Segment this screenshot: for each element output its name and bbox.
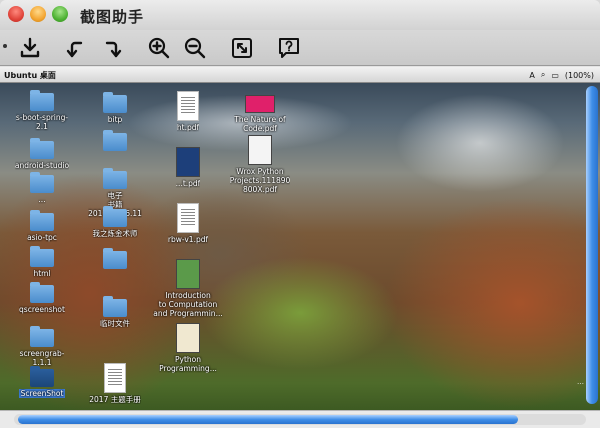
corner-text: … bbox=[577, 378, 584, 386]
desktop-icon-label: The Nature of Code.pdf bbox=[234, 115, 286, 133]
desktop-icon-label: qscreenshot bbox=[19, 305, 65, 314]
redo-button[interactable] bbox=[100, 35, 126, 61]
book-cover-icon bbox=[245, 95, 275, 113]
desktop-icon-label: 我之炼金术师 bbox=[92, 229, 138, 238]
help-icon bbox=[279, 38, 299, 58]
desktop-icon[interactable]: asio-tpc bbox=[2, 210, 82, 242]
title-bar: 截图助手 bbox=[0, 0, 600, 30]
horizontal-scrollbar[interactable] bbox=[0, 410, 600, 428]
desktop-icon-label: 2017 主题手册 bbox=[89, 395, 141, 404]
desktop-icon-label: screengrab- 1.1.1 bbox=[19, 349, 65, 367]
pdf-file-icon bbox=[104, 363, 126, 393]
desktop-icon[interactable]: android-studio bbox=[2, 138, 82, 170]
desktop-icon-label: rbw-v1.pdf bbox=[167, 235, 209, 244]
scroll-thumb[interactable] bbox=[18, 415, 518, 424]
folder-icon bbox=[103, 248, 127, 269]
vertical-scrollbar[interactable] bbox=[586, 86, 598, 404]
download-icon bbox=[20, 37, 40, 58]
desktop-icon-label: asio-tpc bbox=[27, 233, 57, 242]
search-icon: ⌕ bbox=[540, 70, 546, 79]
desktop-icon[interactable]: html bbox=[2, 246, 82, 278]
desktop-icon[interactable]: Python Programming... bbox=[148, 323, 228, 373]
battery-icon: ▭ bbox=[551, 70, 559, 80]
desktop-icon-label: html bbox=[33, 269, 51, 278]
folder-icon bbox=[30, 210, 54, 231]
desktop-icon[interactable]: Introduction to Computation and Programm… bbox=[148, 259, 228, 318]
folder-icon bbox=[30, 172, 54, 193]
desktop-icon-label: ...t.pdf bbox=[175, 179, 201, 188]
help-button[interactable] bbox=[276, 35, 302, 61]
zoom-out-icon bbox=[184, 37, 206, 59]
maximize-button[interactable] bbox=[52, 6, 68, 22]
zoom-in-icon bbox=[148, 37, 170, 59]
desktop-icon-label: Python Programming... bbox=[159, 355, 217, 373]
toolbar bbox=[0, 30, 600, 66]
captured-status-area: A ⌕ ▭ (100%) bbox=[529, 70, 594, 80]
pdf-file-icon bbox=[177, 203, 199, 233]
pdf-file-icon bbox=[177, 91, 199, 121]
desktop-icon[interactable]: 临时文件 bbox=[75, 296, 155, 328]
captured-desktop: s-boot-spring- 2.1 bitp ht.pdf The Nature o… bbox=[0, 83, 600, 410]
desktop-icon-label: ScreenShot bbox=[18, 389, 66, 398]
folder-icon bbox=[103, 296, 127, 317]
captured-menubar-title: Ubuntu 桌面 bbox=[4, 71, 56, 80]
desktop-icon[interactable]: Wrox Python Projects.111890 800X.pdf bbox=[220, 135, 300, 194]
redo-icon bbox=[105, 41, 122, 58]
folder-icon bbox=[30, 90, 54, 111]
desktop-icon-label: Wrox Python Projects.111890 800X.pdf bbox=[229, 167, 291, 194]
desktop-icon[interactable]: qscreenshot bbox=[2, 282, 82, 314]
close-button[interactable] bbox=[8, 6, 24, 22]
fit-button[interactable] bbox=[229, 35, 255, 61]
desktop-icon[interactable]: s-boot-spring- 2.1 bbox=[2, 90, 82, 131]
font-icon: A bbox=[529, 70, 535, 80]
folder-icon bbox=[103, 206, 127, 227]
desktop-icon[interactable]: ht.pdf bbox=[148, 91, 228, 132]
folder-icon bbox=[103, 168, 127, 189]
folder-icon bbox=[30, 366, 54, 387]
desktop-icon[interactable]: ... bbox=[2, 172, 82, 204]
folder-icon bbox=[30, 138, 54, 159]
desktop-icon-label: android-studio bbox=[14, 161, 70, 170]
folder-icon bbox=[30, 282, 54, 303]
desktop-icon-label: ... bbox=[38, 195, 46, 204]
desktop-icon[interactable]: screengrab- 1.1.1 bbox=[2, 326, 82, 367]
desktop-icon[interactable]: 我之炼金术师 bbox=[75, 206, 155, 238]
desktop-icon[interactable]: 2017 主题手册 bbox=[75, 363, 155, 404]
desktop-icon-label: s-boot-spring- 2.1 bbox=[15, 113, 69, 131]
book-cover-icon bbox=[176, 323, 200, 353]
desktop-icon[interactable]: The Nature of Code.pdf bbox=[220, 95, 300, 133]
desktop-icon[interactable] bbox=[75, 130, 155, 153]
desktop-icon[interactable]: ...t.pdf bbox=[148, 147, 228, 188]
captured-menubar: Ubuntu 桌面 A ⌕ ▭ (100%) bbox=[0, 67, 600, 83]
window-title: 截图助手 bbox=[80, 8, 145, 26]
fit-screen-icon bbox=[232, 38, 252, 58]
book-cover-icon bbox=[176, 259, 200, 289]
desktop-icon[interactable]: ScreenShot bbox=[2, 366, 82, 398]
desktop-icon-label: 临时文件 bbox=[100, 319, 130, 328]
book-cover-icon bbox=[176, 147, 200, 177]
desktop-icon[interactable] bbox=[75, 248, 155, 271]
undo-icon bbox=[66, 41, 83, 58]
save-button[interactable] bbox=[17, 35, 43, 61]
folder-icon bbox=[103, 130, 127, 151]
battery-percent: (100%) bbox=[564, 70, 594, 80]
desktop-icon-label: bitp bbox=[107, 115, 123, 124]
book-cover-icon bbox=[248, 135, 272, 165]
undo-button[interactable] bbox=[62, 35, 88, 61]
desktop-icon[interactable]: rbw-v1.pdf bbox=[148, 203, 228, 244]
zoom-out-button[interactable] bbox=[182, 35, 208, 61]
folder-icon bbox=[30, 246, 54, 267]
toolbar-grip bbox=[3, 44, 7, 48]
desktop-icon-label: ht.pdf bbox=[176, 123, 200, 132]
app-window: 截图助手 Ubuntu 桌面 A ⌕ ▭ (100%) s-boot-sprin… bbox=[0, 0, 600, 428]
folder-icon bbox=[103, 92, 127, 113]
folder-icon bbox=[30, 326, 54, 347]
minimize-button[interactable] bbox=[30, 6, 46, 22]
desktop-icon-label: Introduction to Computation and Programm… bbox=[153, 291, 223, 318]
screenshot-preview[interactable]: Ubuntu 桌面 A ⌕ ▭ (100%) s-boot-spring- 2.… bbox=[0, 67, 600, 410]
zoom-in-button[interactable] bbox=[146, 35, 172, 61]
desktop-icon[interactable]: bitp bbox=[75, 92, 155, 124]
